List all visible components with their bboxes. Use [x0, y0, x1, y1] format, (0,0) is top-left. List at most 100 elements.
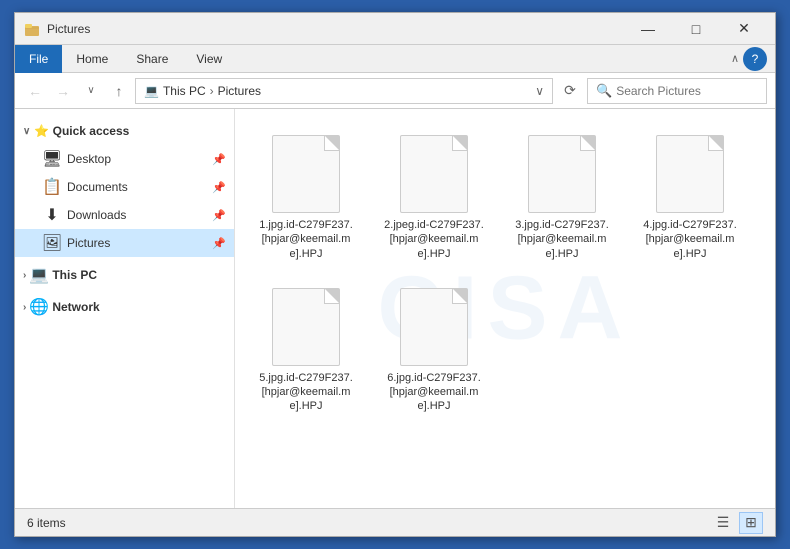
downloads-icon: ⬇ — [43, 206, 61, 224]
file-name: 1.jpg.id-C279F237.[hpjar@keemail.me].HPJ — [256, 218, 356, 261]
details-view-button[interactable]: ☰ — [711, 512, 735, 534]
view-controls: ☰ ⊞ — [711, 512, 763, 534]
tab-file[interactable]: File — [15, 45, 62, 73]
file-item-2[interactable]: 2.jpeg.id-C279F237.[hpjar@keemail.me].HP… — [379, 125, 489, 270]
ribbon-chevron-area: ∧ ? — [723, 47, 775, 71]
forward-button[interactable]: → — [51, 79, 75, 103]
file-item-1[interactable]: 1.jpg.id-C279F237.[hpjar@keemail.me].HPJ — [251, 125, 361, 270]
sidebar-item-pictures-label: Pictures — [67, 236, 110, 250]
search-input[interactable] — [616, 84, 758, 98]
file-icon — [526, 134, 598, 214]
collapse-ribbon-icon[interactable]: ∧ — [731, 52, 739, 65]
file-name: 4.jpg.id-C279F237.[hpjar@keemail.me].HPJ — [640, 218, 740, 261]
sidebar-item-downloads-label: Downloads — [67, 208, 126, 222]
documents-icon: 📋 — [43, 178, 61, 196]
close-button[interactable]: ✕ — [721, 13, 767, 45]
large-icons-view-button[interactable]: ⊞ — [739, 512, 763, 534]
sidebar-item-downloads[interactable]: ⬇ Downloads 📌 — [15, 201, 234, 229]
network-chevron: › — [23, 302, 26, 313]
back-button[interactable]: ← — [23, 79, 47, 103]
file-page — [400, 135, 468, 213]
corner-fold — [581, 136, 595, 150]
pin-icon-3: 📌 — [212, 209, 226, 222]
refresh-button[interactable]: ⟳ — [557, 78, 583, 104]
this-pc-icon: 💻 — [30, 266, 48, 284]
file-name: 3.jpg.id-C279F237.[hpjar@keemail.me].HPJ — [512, 218, 612, 261]
pin-icon: 📌 — [212, 153, 226, 166]
file-name: 2.jpeg.id-C279F237.[hpjar@keemail.me].HP… — [384, 218, 484, 261]
file-page — [656, 135, 724, 213]
sidebar-item-documents-label: Documents — [67, 180, 128, 194]
tab-home[interactable]: Home — [62, 45, 122, 73]
file-icon — [398, 287, 470, 367]
network-label: Network — [52, 300, 99, 314]
desktop-icon: 🖥 — [43, 150, 61, 168]
file-page — [528, 135, 596, 213]
file-item-5[interactable]: 5.jpg.id-C279F237.[hpjar@keemail.me].HPJ — [251, 278, 361, 423]
file-page — [272, 135, 340, 213]
path-this-pc: This PC — [163, 84, 206, 98]
ribbon-tabs: File Home Share View ∧ ? — [15, 45, 775, 73]
corner-fold — [325, 289, 339, 303]
file-page — [272, 288, 340, 366]
sidebar-item-desktop-label: Desktop — [67, 152, 111, 166]
quick-access-header[interactable]: ∨ ⭐ Quick access — [15, 117, 234, 145]
network-header[interactable]: › 🌐 Network — [15, 293, 234, 321]
window-title: Pictures — [47, 22, 625, 36]
path-icon: 💻 — [144, 84, 159, 98]
corner-fold — [709, 136, 723, 150]
quick-access-section: ∨ ⭐ Quick access 🖥 Desktop 📌 📋 Documents… — [15, 117, 234, 257]
sidebar-item-pictures[interactable]: 🖼 Pictures 📌 — [15, 229, 234, 257]
corner-fold — [325, 136, 339, 150]
sidebar-item-desktop[interactable]: 🖥 Desktop 📌 — [15, 145, 234, 173]
path-pictures: Pictures — [218, 84, 261, 98]
file-icon — [398, 134, 470, 214]
window-icon — [23, 20, 41, 38]
search-box[interactable]: 🔍 — [587, 78, 767, 104]
file-item-6[interactable]: 6.jpg.id-C279F237.[hpjar@keemail.me].HPJ — [379, 278, 489, 423]
network-section: › 🌐 Network — [15, 293, 234, 321]
file-icon — [270, 287, 342, 367]
help-button[interactable]: ? — [743, 47, 767, 71]
maximize-button[interactable]: □ — [673, 13, 719, 45]
status-bar: 6 items ☰ ⊞ — [15, 508, 775, 536]
main-content: ∨ ⭐ Quick access 🖥 Desktop 📌 📋 Documents… — [15, 109, 775, 508]
file-page — [400, 288, 468, 366]
this-pc-label: This PC — [52, 268, 97, 282]
item-count: 6 items — [27, 516, 66, 530]
this-pc-header[interactable]: › 💻 This PC — [15, 261, 234, 289]
quick-access-label: ⭐ Quick access — [34, 124, 129, 138]
minimize-button[interactable]: — — [625, 13, 671, 45]
pin-icon-4: 📌 — [212, 237, 226, 250]
file-icon — [654, 134, 726, 214]
pin-icon-2: 📌 — [212, 181, 226, 194]
address-bar: ← → ∨ ↑ 💻 This PC › Pictures ∨ ⟳ 🔍 — [15, 73, 775, 109]
sidebar-item-documents[interactable]: 📋 Documents 📌 — [15, 173, 234, 201]
sidebar: ∨ ⭐ Quick access 🖥 Desktop 📌 📋 Documents… — [15, 109, 235, 508]
corner-fold — [453, 289, 467, 303]
path-sep-1: › — [210, 84, 214, 98]
tab-share[interactable]: Share — [122, 45, 182, 73]
file-name: 5.jpg.id-C279F237.[hpjar@keemail.me].HPJ — [256, 371, 356, 414]
file-grid: 1.jpg.id-C279F237.[hpjar@keemail.me].HPJ… — [251, 125, 759, 423]
up-button[interactable]: ↑ — [107, 79, 131, 103]
tab-view[interactable]: View — [182, 45, 236, 73]
file-icon — [270, 134, 342, 214]
file-item-3[interactable]: 3.jpg.id-C279F237.[hpjar@keemail.me].HPJ — [507, 125, 617, 270]
path-dropdown-icon[interactable]: ∨ — [535, 84, 544, 98]
quick-access-chevron: ∨ — [23, 126, 30, 137]
file-item-4[interactable]: 4.jpg.id-C279F237.[hpjar@keemail.me].HPJ — [635, 125, 745, 270]
window-controls: — □ ✕ — [625, 13, 767, 45]
recent-locations-button[interactable]: ∨ — [79, 79, 103, 103]
this-pc-section: › 💻 This PC — [15, 261, 234, 289]
title-bar: Pictures — □ ✕ — [15, 13, 775, 45]
file-name: 6.jpg.id-C279F237.[hpjar@keemail.me].HPJ — [384, 371, 484, 414]
file-area: CISA 1.jpg.id-C279F237.[hpjar@keemail.me… — [235, 109, 775, 508]
search-icon: 🔍 — [596, 83, 612, 99]
explorer-window: Pictures — □ ✕ File Home Share View ∧ ? … — [14, 12, 776, 537]
this-pc-chevron: › — [23, 270, 26, 281]
corner-fold — [453, 136, 467, 150]
pictures-icon: 🖼 — [43, 234, 61, 252]
network-icon: 🌐 — [30, 298, 48, 316]
address-path[interactable]: 💻 This PC › Pictures ∨ — [135, 78, 553, 104]
